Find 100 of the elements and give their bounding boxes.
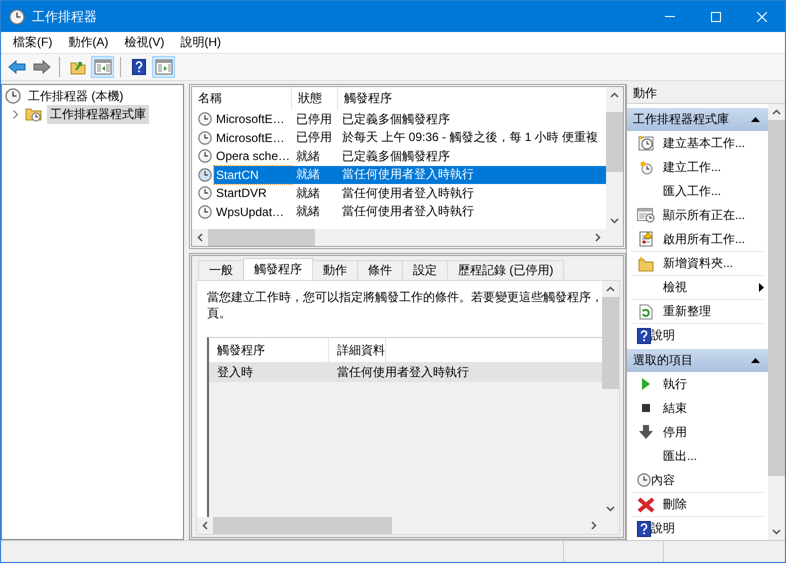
scroll-up-icon[interactable] [606,286,615,292]
help-icon [637,520,651,536]
clock-icon [637,473,651,487]
help-icon [132,59,146,75]
scrollbar-thumb[interactable] [768,120,785,476]
clock-icon [198,112,212,126]
table-cell-text: 已定義多個觸發程序 [341,148,451,165]
help-icon [637,328,651,344]
scrollbar-thumb[interactable] [208,229,315,246]
window-title: 工作排程器 [32,8,98,26]
action-item[interactable]: 顯示所有正在... [631,203,764,227]
scrollbar-thumb[interactable] [213,517,392,534]
table-cell-text: 就緒 [295,184,321,202]
action-item[interactable]: 說明 [631,323,764,347]
document-warning-icon [637,231,655,247]
clock-icon [198,204,212,219]
description-text: 當您建立工作時，您可以指定將觸發工作的條件。若要變更這些觸發程序， [207,289,602,305]
maximize-icon [711,12,721,22]
table-cell-text: 當任何使用者登入時執行 [341,203,475,220]
scroll-right-icon[interactable] [591,521,597,530]
scroll-right-icon[interactable] [595,233,601,242]
menu-item[interactable]: 檢視(V) [116,32,172,53]
table-cell-text: 當任何使用者登入時執行 [336,364,469,380]
action-item[interactable]: 新增資料夾... [631,251,764,275]
action-item[interactable]: 停用 [631,420,764,444]
tab[interactable]: 一般 [198,260,244,280]
vertical-scrollbar[interactable] [606,87,623,229]
scrollbar-thumb[interactable] [602,297,619,389]
description-text: 頁。 [207,305,232,321]
vertical-scrollbar[interactable] [768,104,785,540]
scroll-up-icon[interactable] [610,92,619,98]
clock-icon [198,130,212,145]
refresh-icon [637,304,655,320]
close-icon [757,12,767,22]
pane-right-icon [154,59,172,75]
action-item[interactable]: 執行 [631,372,764,396]
clock-icon [9,8,25,24]
expand-caret-icon[interactable] [12,110,18,118]
menu-item[interactable]: 說明(H) [172,32,229,53]
forward-arrow-icon [32,60,50,74]
pane-left-icon [94,59,112,75]
clock-icon [198,186,212,200]
table-cell-text: 於每天 上午 09:36 - 觸發之後，每 1 小時 便重複 [341,129,600,146]
column-header[interactable]: 觸發程序 [338,87,606,110]
scroll-up-icon[interactable] [772,109,781,115]
table-cell[interactable]: MicrosoftE… [214,128,292,147]
table-cell-text: 當任何使用者登入時執行 [341,184,475,202]
column-header[interactable]: 狀態 [292,87,338,110]
menu-item[interactable]: 檔案(F) [5,32,60,53]
tree-item[interactable]: 工作排程器程式庫 [47,104,149,124]
scrollbar-thumb[interactable] [606,112,623,172]
action-item[interactable]: 內容 [631,468,764,492]
scroll-down-icon[interactable] [606,506,615,512]
action-item[interactable]: 結束 [631,396,764,420]
submenu-arrow-icon [759,283,764,292]
scroll-left-icon[interactable] [197,233,203,242]
section-header[interactable]: 工作排程器程式庫 [627,108,768,131]
table-cell[interactable]: WpsUpdat… [214,202,292,221]
folder-clock-icon [25,106,43,122]
action-item[interactable]: 刪除 [631,492,764,516]
table-cell-text: 登入時 [216,364,254,380]
action-item[interactable]: 重新整理 [631,299,764,323]
scroll-down-icon[interactable] [772,529,781,535]
table-cell-text: 已停用 [295,110,333,128]
back-arrow-icon [8,60,26,74]
folder-up-icon [70,59,86,75]
action-item[interactable]: 匯入工作... [631,179,764,203]
action-item[interactable]: 說明 [631,516,764,540]
table-cell-text: 已定義多個觸發程序 [341,110,451,128]
action-item[interactable]: 建立工作... [631,155,764,179]
scroll-down-icon[interactable] [610,218,619,224]
tab[interactable]: 觸發程序 [243,258,313,280]
tab[interactable]: 歷程記錄 (已停用) [447,260,564,280]
section-header[interactable]: 選取的項目 [627,349,768,372]
column-header[interactable]: 名稱 [192,87,292,110]
table-cell[interactable]: MicrosoftE… [214,110,292,128]
action-item[interactable]: 檢視 [631,275,764,299]
collapse-icon[interactable] [751,358,760,363]
tree-item[interactable]: 工作排程器 (本機) [25,86,126,106]
minimize-icon [665,16,675,17]
scroll-left-icon[interactable] [202,521,208,530]
table-cell-text: 當任何使用者登入時執行 [341,166,475,184]
tab[interactable]: 動作 [312,260,358,280]
folder-icon [637,256,655,272]
table-cell[interactable]: StartCN [214,166,292,184]
menu-item[interactable]: 動作(A) [60,32,116,53]
table-cell-text: 已停用 [295,129,333,146]
clock-icon [198,168,212,182]
table-cell-text: 就緒 [295,203,321,220]
horizontal-scrollbar[interactable] [192,229,606,246]
collapse-icon[interactable] [751,117,760,122]
action-item[interactable]: 匯出... [631,444,764,468]
delete-icon [637,496,655,512]
clock-icon [198,149,212,164]
table-row[interactable]: 登入時 當任何使用者登入時執行 [209,362,602,382]
table-cell[interactable]: StartDVR [214,184,292,202]
clock-icon [5,88,21,104]
table-cell[interactable]: Opera sche… [214,147,292,166]
action-item[interactable]: 建立基本工作... [631,131,764,155]
action-item[interactable]: 啟用所有工作... [631,227,764,251]
